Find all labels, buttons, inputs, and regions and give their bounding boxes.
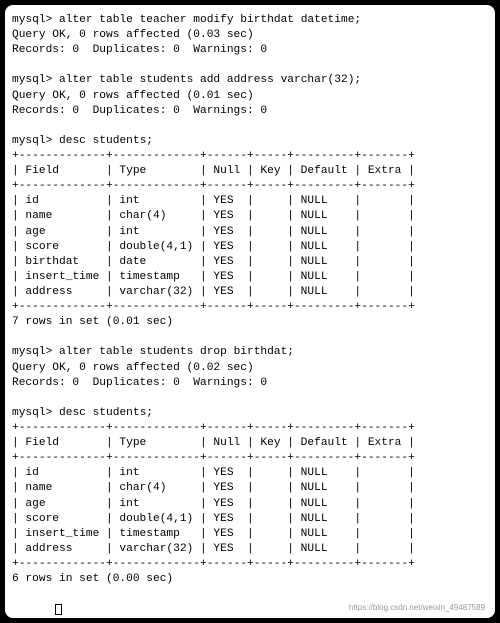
table-border: +-------------+-------------+------+----… — [12, 149, 488, 164]
blank-line — [12, 58, 488, 73]
table-row: | insert_time | timestamp | YES | | NULL… — [12, 270, 488, 285]
result-summary: 6 rows in set (0.00 sec) — [12, 572, 488, 587]
table-row: | age | int | YES | | NULL | | — [12, 225, 488, 240]
table-row: | score | double(4,1) | YES | | NULL | | — [12, 512, 488, 527]
table-border: +-------------+-------------+------+----… — [12, 300, 488, 315]
prompt: mysql> — [12, 14, 52, 26]
sql-command: alter table students add address varchar… — [59, 74, 361, 86]
cursor-icon — [55, 604, 62, 615]
table-border: +-------------+-------------+------+----… — [12, 451, 488, 466]
prompt: mysql> — [12, 346, 52, 358]
terminal-window[interactable]: mysql> alter table teacher modify birthd… — [5, 5, 495, 618]
prompt: mysql> — [12, 74, 52, 86]
sql-command: alter table students drop birthdat; — [59, 346, 294, 358]
command-line: mysql> alter table students add address … — [12, 73, 488, 88]
table-row: | age | int | YES | | NULL | | — [12, 497, 488, 512]
table-border: +-------------+-------------+------+----… — [12, 421, 488, 436]
table-row: | score | double(4,1) | YES | | NULL | | — [12, 240, 488, 255]
table-row: | name | char(4) | YES | | NULL | | — [12, 209, 488, 224]
prompt: mysql> — [12, 407, 52, 419]
table-row: | address | varchar(32) | YES | | NULL |… — [12, 285, 488, 300]
table-border: +-------------+-------------+------+----… — [12, 179, 488, 194]
sql-command: desc students; — [59, 407, 153, 419]
command-line: mysql> alter table teacher modify birthd… — [12, 13, 488, 28]
table-row: | birthdat | date | YES | | NULL | | — [12, 255, 488, 270]
blank-line — [12, 119, 488, 134]
result-line: Records: 0 Duplicates: 0 Warnings: 0 — [12, 104, 488, 119]
table-row: | address | varchar(32) | YES | | NULL |… — [12, 542, 488, 557]
result-line: Query OK, 0 rows affected (0.01 sec) — [12, 89, 488, 104]
table-header: | Field | Type | Null | Key | Default | … — [12, 164, 488, 179]
result-line: Records: 0 Duplicates: 0 Warnings: 0 — [12, 43, 488, 58]
watermark-text: https://blog.csdn.net/weixin_49487589 — [349, 603, 485, 614]
prompt: mysql> — [12, 135, 52, 147]
table-border: +-------------+-------------+------+----… — [12, 557, 488, 572]
sql-command: desc students; — [59, 135, 153, 147]
command-line: mysql> desc students; — [12, 406, 488, 421]
result-line: Records: 0 Duplicates: 0 Warnings: 0 — [12, 376, 488, 391]
blank-line — [12, 391, 488, 406]
result-summary: 7 rows in set (0.01 sec) — [12, 315, 488, 330]
blank-line — [12, 587, 488, 602]
result-line: Query OK, 0 rows affected (0.02 sec) — [12, 361, 488, 376]
table-row: | id | int | YES | | NULL | | — [12, 466, 488, 481]
result-line: Query OK, 0 rows affected (0.03 sec) — [12, 28, 488, 43]
command-line: mysql> desc students; — [12, 134, 488, 149]
table-header: | Field | Type | Null | Key | Default | … — [12, 436, 488, 451]
command-line: mysql> alter table students drop birthda… — [12, 345, 488, 360]
table-row: | id | int | YES | | NULL | | — [12, 194, 488, 209]
table-row: | insert_time | timestamp | YES | | NULL… — [12, 527, 488, 542]
sql-command: alter table teacher modify birthdat date… — [59, 14, 361, 26]
table-row: | name | char(4) | YES | | NULL | | — [12, 481, 488, 496]
blank-line — [12, 330, 488, 345]
